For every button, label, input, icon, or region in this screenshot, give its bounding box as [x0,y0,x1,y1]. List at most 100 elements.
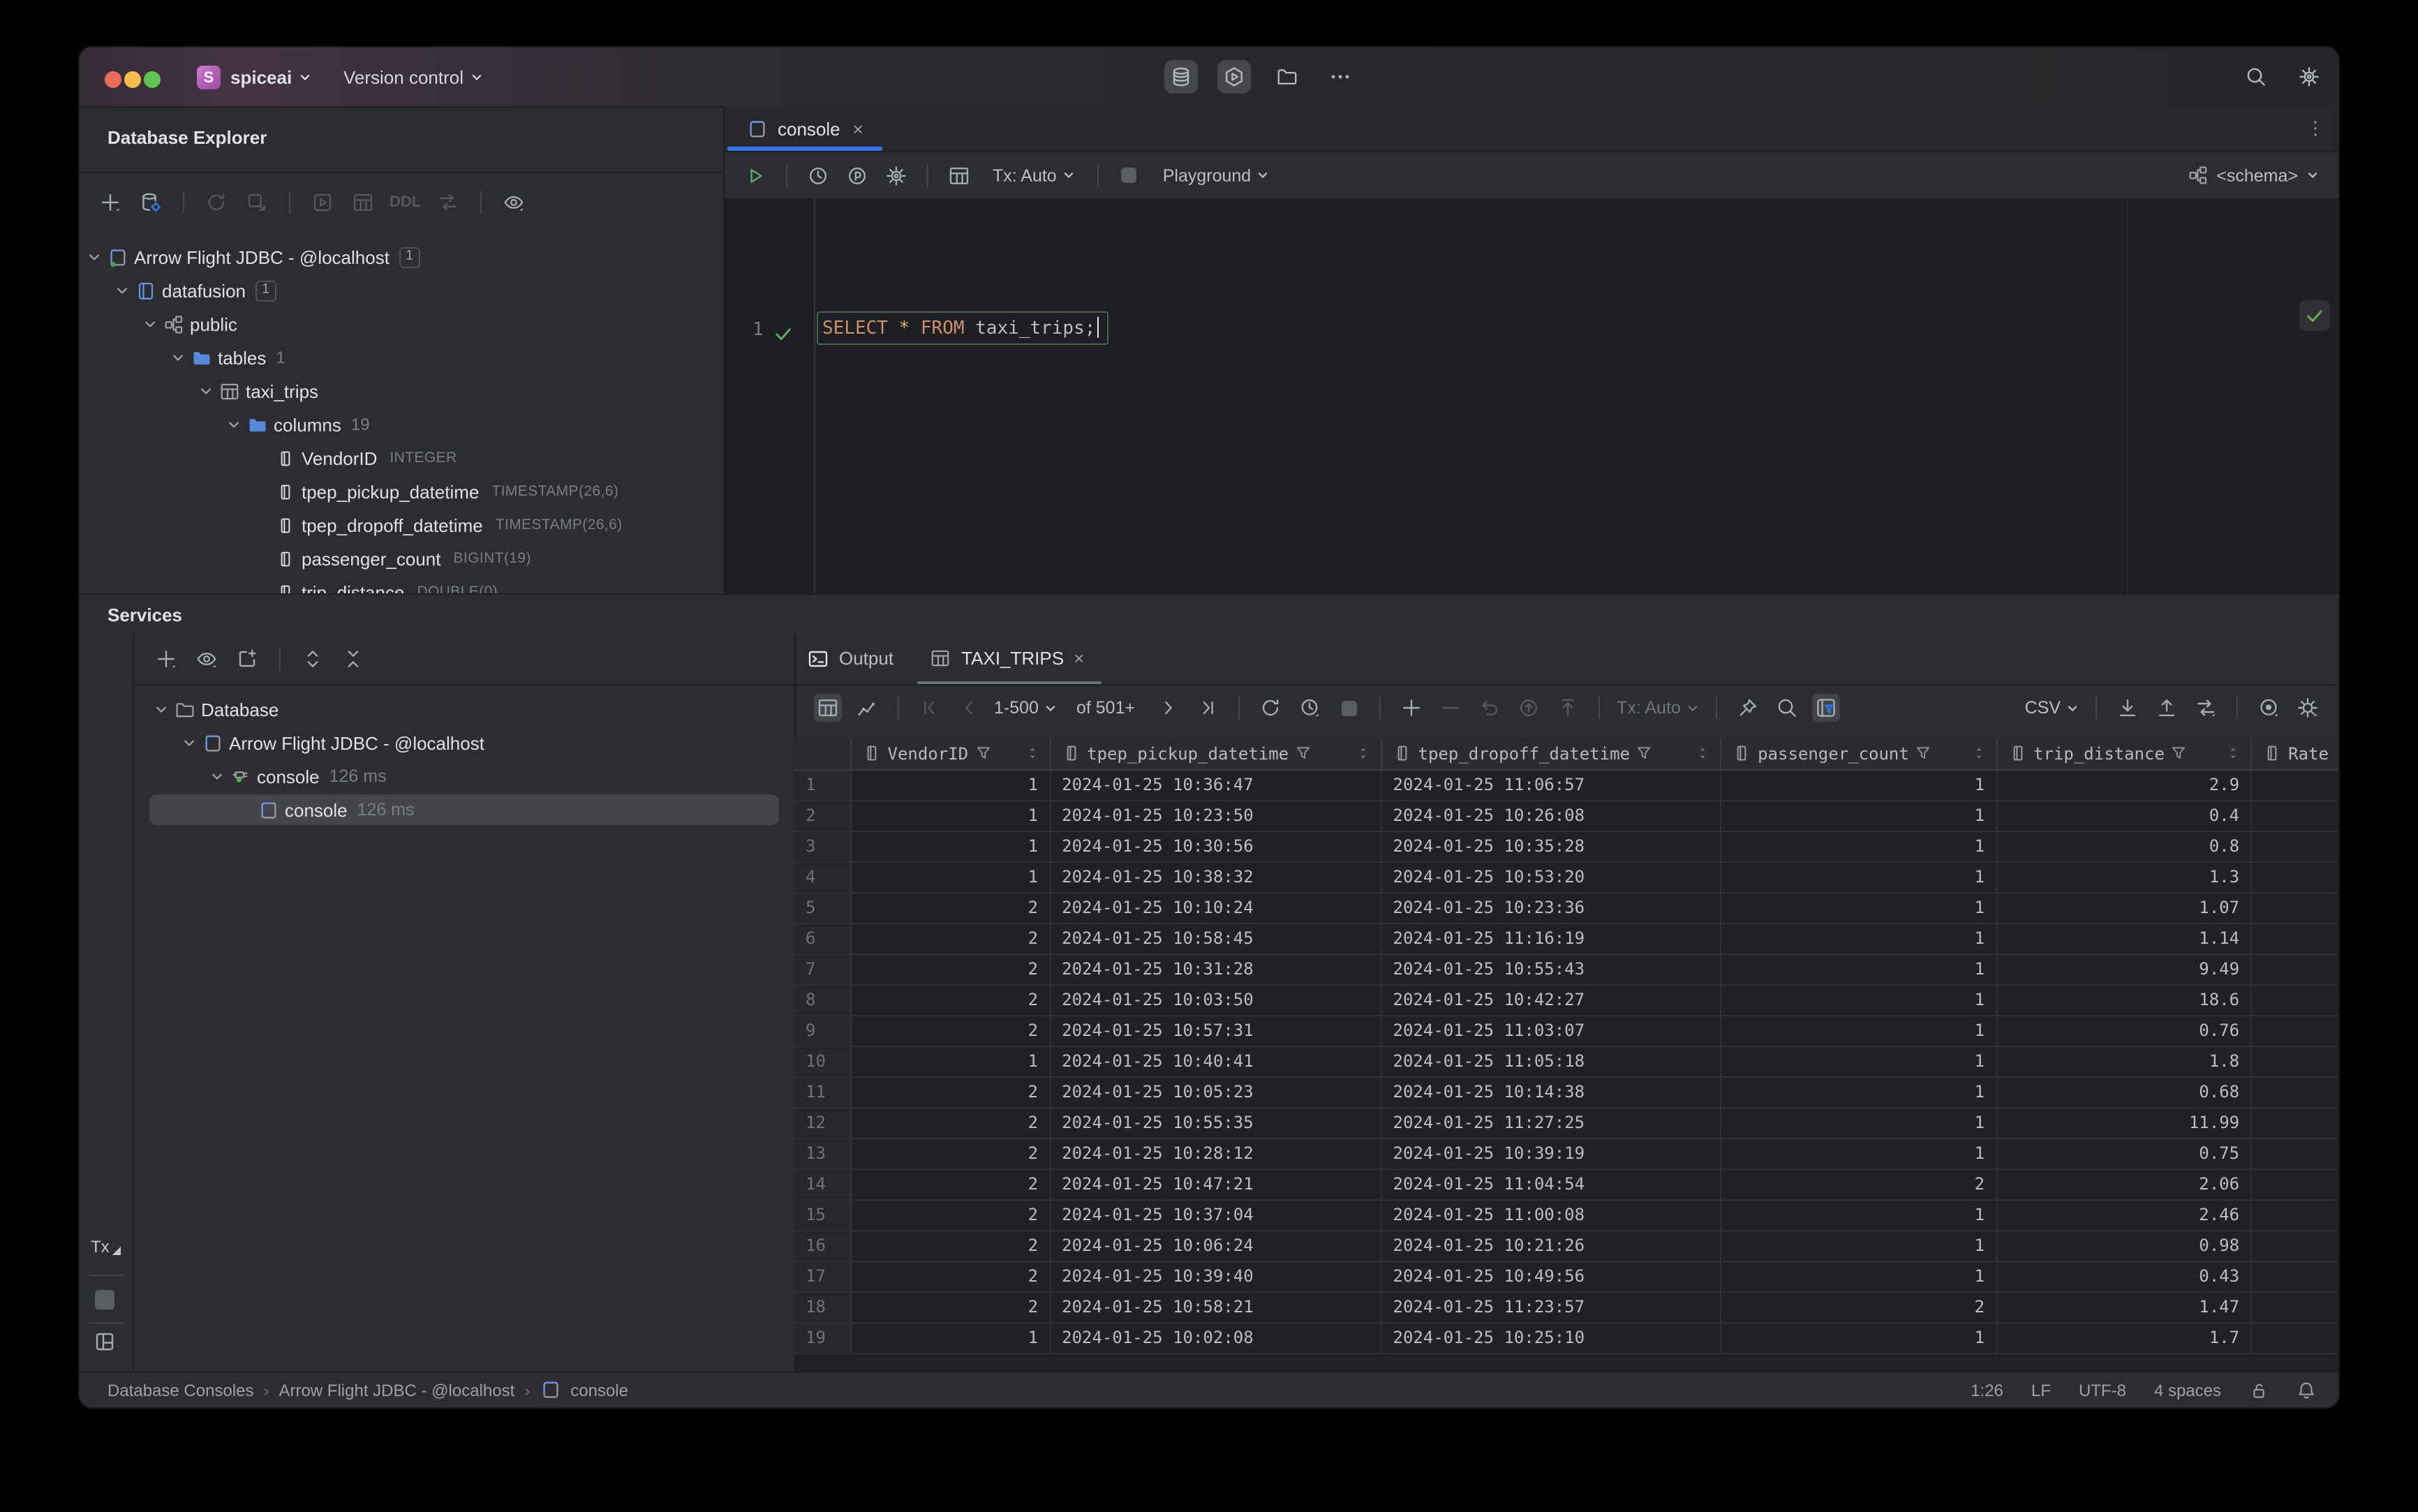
cell[interactable]: 2024-01-25 10:58:45 [1050,923,1382,954]
export-data-button[interactable] [2114,694,2142,722]
cell[interactable]: 2024-01-25 10:25:10 [1381,1322,1722,1354]
tx-mode-select[interactable]: Tx: Auto [1617,698,1699,718]
last-page-button[interactable] [1194,694,1222,722]
cell[interactable]: 1 [1721,1015,1998,1046]
cell[interactable]: 0.68 [1996,1076,2253,1108]
chevron-down-icon[interactable] [194,380,216,402]
cell[interactable]: 1 [1721,892,1998,924]
cell[interactable] [2251,1322,2338,1354]
cell[interactable]: 1 [850,800,1051,831]
cell[interactable]: 2 [850,1107,1051,1139]
cell[interactable]: 2 [1721,1291,1998,1323]
breadcrumb-item[interactable]: Database Consoles [107,1380,253,1400]
row-number[interactable]: 10 [794,1046,852,1077]
cell[interactable]: 2024-01-25 10:38:32 [1050,861,1382,893]
indent-setting[interactable]: 4 spaces [2154,1380,2221,1400]
cell[interactable]: 2024-01-25 10:02:08 [1050,1322,1382,1354]
submit-button[interactable] [1515,694,1543,722]
reload-page-button[interactable] [1256,694,1284,722]
page-range-select[interactable]: 1-500 [994,698,1057,718]
cell[interactable] [2251,892,2338,924]
cell[interactable] [2251,1291,2338,1323]
tree-row[interactable]: public [80,307,723,341]
cell[interactable]: 1 [1721,923,1998,954]
zoom-window-button[interactable] [144,71,161,88]
cell[interactable]: 2 [850,1138,1051,1169]
cell[interactable]: 2.06 [1996,1169,2253,1200]
view-options-button[interactable] [193,644,221,672]
column-header-tpep_pickup_datetime[interactable]: tpep_pickup_datetime [1050,739,1382,770]
settings-icon[interactable] [2292,60,2326,94]
add-service-button[interactable] [152,644,180,672]
cell[interactable]: 2024-01-25 10:55:35 [1050,1107,1382,1139]
cell[interactable]: 2024-01-25 10:42:27 [1381,984,1722,1016]
row-number[interactable]: 9 [794,1015,852,1046]
import-data-button[interactable] [2153,694,2181,722]
cell[interactable]: 2024-01-25 10:21:26 [1381,1230,1722,1261]
cell[interactable]: 2024-01-25 10:06:24 [1050,1230,1382,1261]
minimize-window-button[interactable] [124,71,141,88]
sql-editor[interactable]: 1 SELECT * FROM taxi_trips; [725,198,2338,593]
cell[interactable]: 1 [1721,1261,1998,1292]
chevron-down-icon[interactable] [138,313,161,335]
schema-selector[interactable]: <schema> [2187,165,2319,186]
cell[interactable]: 2 [1721,1169,1998,1200]
first-page-button[interactable] [916,694,944,722]
column-header-trip_distance[interactable]: trip_distance [1996,739,2253,770]
cell[interactable]: 2 [850,954,1051,985]
notifications-bell-icon[interactable] [2297,1380,2316,1400]
find-in-grid-button[interactable] [1773,694,1801,722]
close-tab-icon[interactable]: × [853,118,863,139]
row-number[interactable]: 11 [794,1076,852,1108]
cell[interactable]: 2024-01-25 10:55:43 [1381,954,1722,985]
cell[interactable]: 2024-01-25 11:03:07 [1381,1015,1722,1046]
project-menu[interactable]: spiceai [230,47,311,106]
cell[interactable]: 2024-01-25 11:16:19 [1381,923,1722,954]
breadcrumb-item[interactable]: console [570,1380,628,1400]
row-number[interactable]: 15 [794,1199,852,1231]
row-number[interactable]: 3 [794,831,852,862]
revert-button[interactable] [1476,694,1504,722]
new-console-button[interactable] [233,644,261,672]
cell[interactable]: 2024-01-25 10:30:56 [1050,831,1382,862]
import-export-button[interactable] [2192,694,2220,722]
cell[interactable]: 2024-01-25 10:28:12 [1050,1138,1382,1169]
cell[interactable]: 2 [850,892,1051,924]
chevron-down-icon[interactable] [82,246,105,268]
refresh-button[interactable] [202,188,230,216]
caret-position[interactable]: 1:26 [1971,1380,2003,1400]
grid-settings-button[interactable] [2294,694,2322,722]
cell[interactable] [2251,923,2338,954]
tab-output[interactable]: Output [806,632,893,684]
cell[interactable]: 1.47 [1996,1291,2253,1323]
cell[interactable]: 1 [850,1046,1051,1077]
filter-icon[interactable] [1637,746,1652,762]
cell[interactable]: 0.4 [1996,800,2253,831]
filter-icon[interactable] [1296,746,1311,762]
tree-row[interactable]: trip_distance DOUBLE(0) [80,575,723,593]
cell[interactable]: 2 [850,1015,1051,1046]
cell[interactable] [2251,831,2338,862]
cell[interactable]: 11.99 [1996,1107,2253,1139]
cell[interactable]: 1 [1721,1199,1998,1231]
close-tab-icon[interactable]: × [1074,648,1084,669]
filter-icon[interactable] [2172,746,2187,762]
tree-row[interactable]: Database [133,692,794,726]
cell[interactable]: 2024-01-25 10:26:08 [1381,800,1722,831]
file-encoding[interactable]: UTF-8 [2079,1380,2126,1400]
column-header-tpep_dropoff_datetime[interactable]: tpep_dropoff_datetime [1381,739,1722,770]
row-number[interactable]: 12 [794,1107,852,1139]
data-source-properties-button[interactable] [137,188,165,216]
cell[interactable]: 1 [1721,984,1998,1016]
cell[interactable]: 2 [850,923,1051,954]
cell[interactable]: 2024-01-25 10:37:04 [1050,1199,1382,1231]
cell[interactable]: 2 [850,1230,1051,1261]
cell[interactable]: 1 [1721,1076,1998,1108]
next-page-button[interactable] [1155,694,1182,722]
tree-row[interactable]: Arrow Flight JDBC - @localhost [133,726,794,759]
cell[interactable]: 1 [850,1322,1051,1354]
chevron-down-icon[interactable] [222,413,244,436]
row-number[interactable]: 2 [794,800,852,831]
row-number[interactable]: 18 [794,1291,852,1323]
cell[interactable]: 2024-01-25 10:03:50 [1050,984,1382,1016]
